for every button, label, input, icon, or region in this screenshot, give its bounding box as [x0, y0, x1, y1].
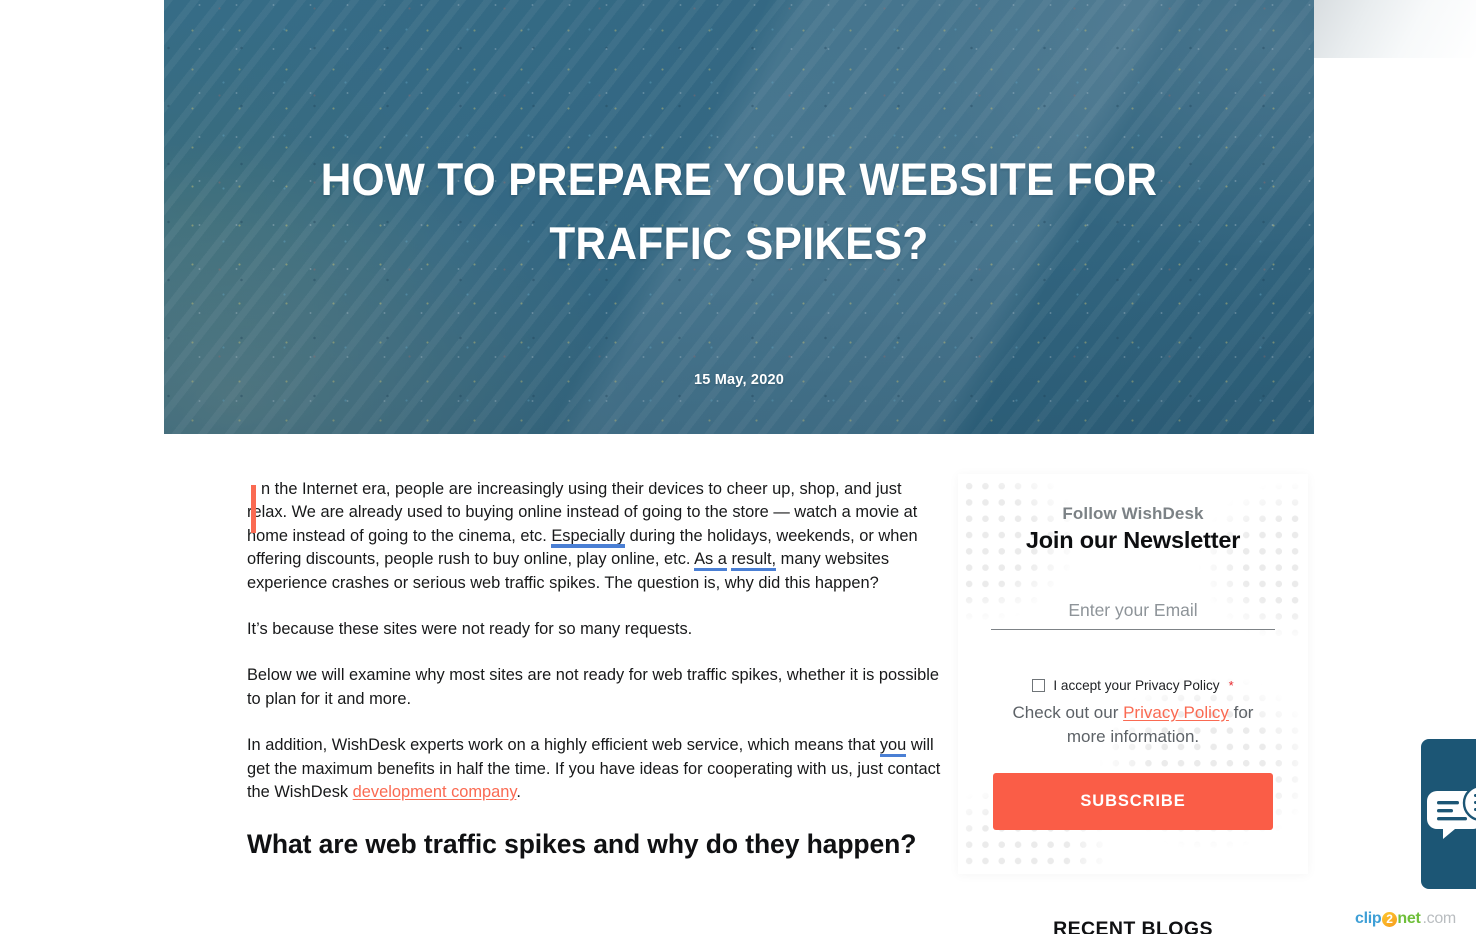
- top-right-gradient: [1314, 0, 1476, 58]
- text-run: In addition, WishDesk experts work on a …: [247, 736, 880, 755]
- email-field-wrapper: [990, 598, 1276, 630]
- publish-date: 15 May, 2020: [693, 372, 784, 388]
- sidebar: Follow WishDesk Join our Newsletter I ac…: [958, 474, 1308, 934]
- privacy-accept-row[interactable]: I accept your Privacy Policy *: [990, 678, 1276, 693]
- paragraph: In addition, WishDesk experts work on a …: [247, 734, 941, 804]
- watermark-com: .com: [1422, 910, 1456, 927]
- paragraph: n the Internet era, people are increasin…: [247, 478, 941, 595]
- privacy-note: Check out our Privacy Policy for more in…: [990, 701, 1276, 748]
- watermark-two: 2: [1381, 911, 1397, 927]
- page-title: HOW TO PREPARE YOUR WEBSITE FOR TRAFFIC …: [320, 154, 1158, 269]
- inline-link[interactable]: development company: [353, 783, 517, 801]
- chat-bubble-icon: [1427, 785, 1476, 839]
- next-paragraph-clipped: [247, 878, 941, 886]
- paragraph: Below we will examine why most sites are…: [247, 664, 941, 711]
- text-run: .: [516, 783, 521, 802]
- privacy-accept-checkbox[interactable]: [1032, 679, 1046, 692]
- text-run: Below we will examine why most sites are…: [247, 666, 940, 708]
- highlighted-text: you: [879, 736, 907, 755]
- first-paragraph-wrapper: n the Internet era, people are increasin…: [247, 478, 941, 595]
- subscribe-button[interactable]: SUBSCRIBE: [993, 773, 1273, 830]
- paragraph: It’s because these sites were not ready …: [247, 618, 941, 641]
- privacy-note-prefix: Check out our: [1012, 703, 1124, 722]
- highlighted-text: result,: [731, 550, 777, 569]
- required-star-icon: *: [1228, 678, 1234, 693]
- privacy-policy-link[interactable]: Privacy Policy: [1123, 703, 1229, 722]
- page-root: HOW TO PREPARE YOUR WEBSITE FOR TRAFFIC …: [0, 0, 1476, 934]
- chat-widget-launcher[interactable]: [1421, 739, 1476, 889]
- article-body: n the Internet era, people are increasin…: [247, 478, 941, 886]
- highlighted-text: Especially: [551, 526, 626, 545]
- watermark-clip: clip: [1355, 910, 1382, 927]
- newsletter-widget: Follow WishDesk Join our Newsletter I ac…: [958, 474, 1308, 874]
- dropcap-bar: [251, 485, 256, 533]
- section-heading: What are web traffic spikes and why do t…: [247, 829, 917, 860]
- text-run: It’s because these sites were not ready …: [247, 620, 693, 639]
- hero-banner: HOW TO PREPARE YOUR WEBSITE FOR TRAFFIC …: [164, 0, 1314, 434]
- watermark-net: net: [1397, 910, 1421, 927]
- email-input[interactable]: [991, 598, 1275, 630]
- highlighted-text: As a: [694, 550, 727, 569]
- clip2net-watermark: clip 2 net .com: [1355, 910, 1456, 928]
- newsletter-eyebrow: Follow WishDesk: [1062, 504, 1204, 523]
- privacy-accept-label: I accept your Privacy Policy: [1053, 678, 1220, 693]
- newsletter-title: Join our Newsletter: [1025, 527, 1241, 553]
- recent-blogs-heading: RECENT BLOGS: [1053, 918, 1213, 934]
